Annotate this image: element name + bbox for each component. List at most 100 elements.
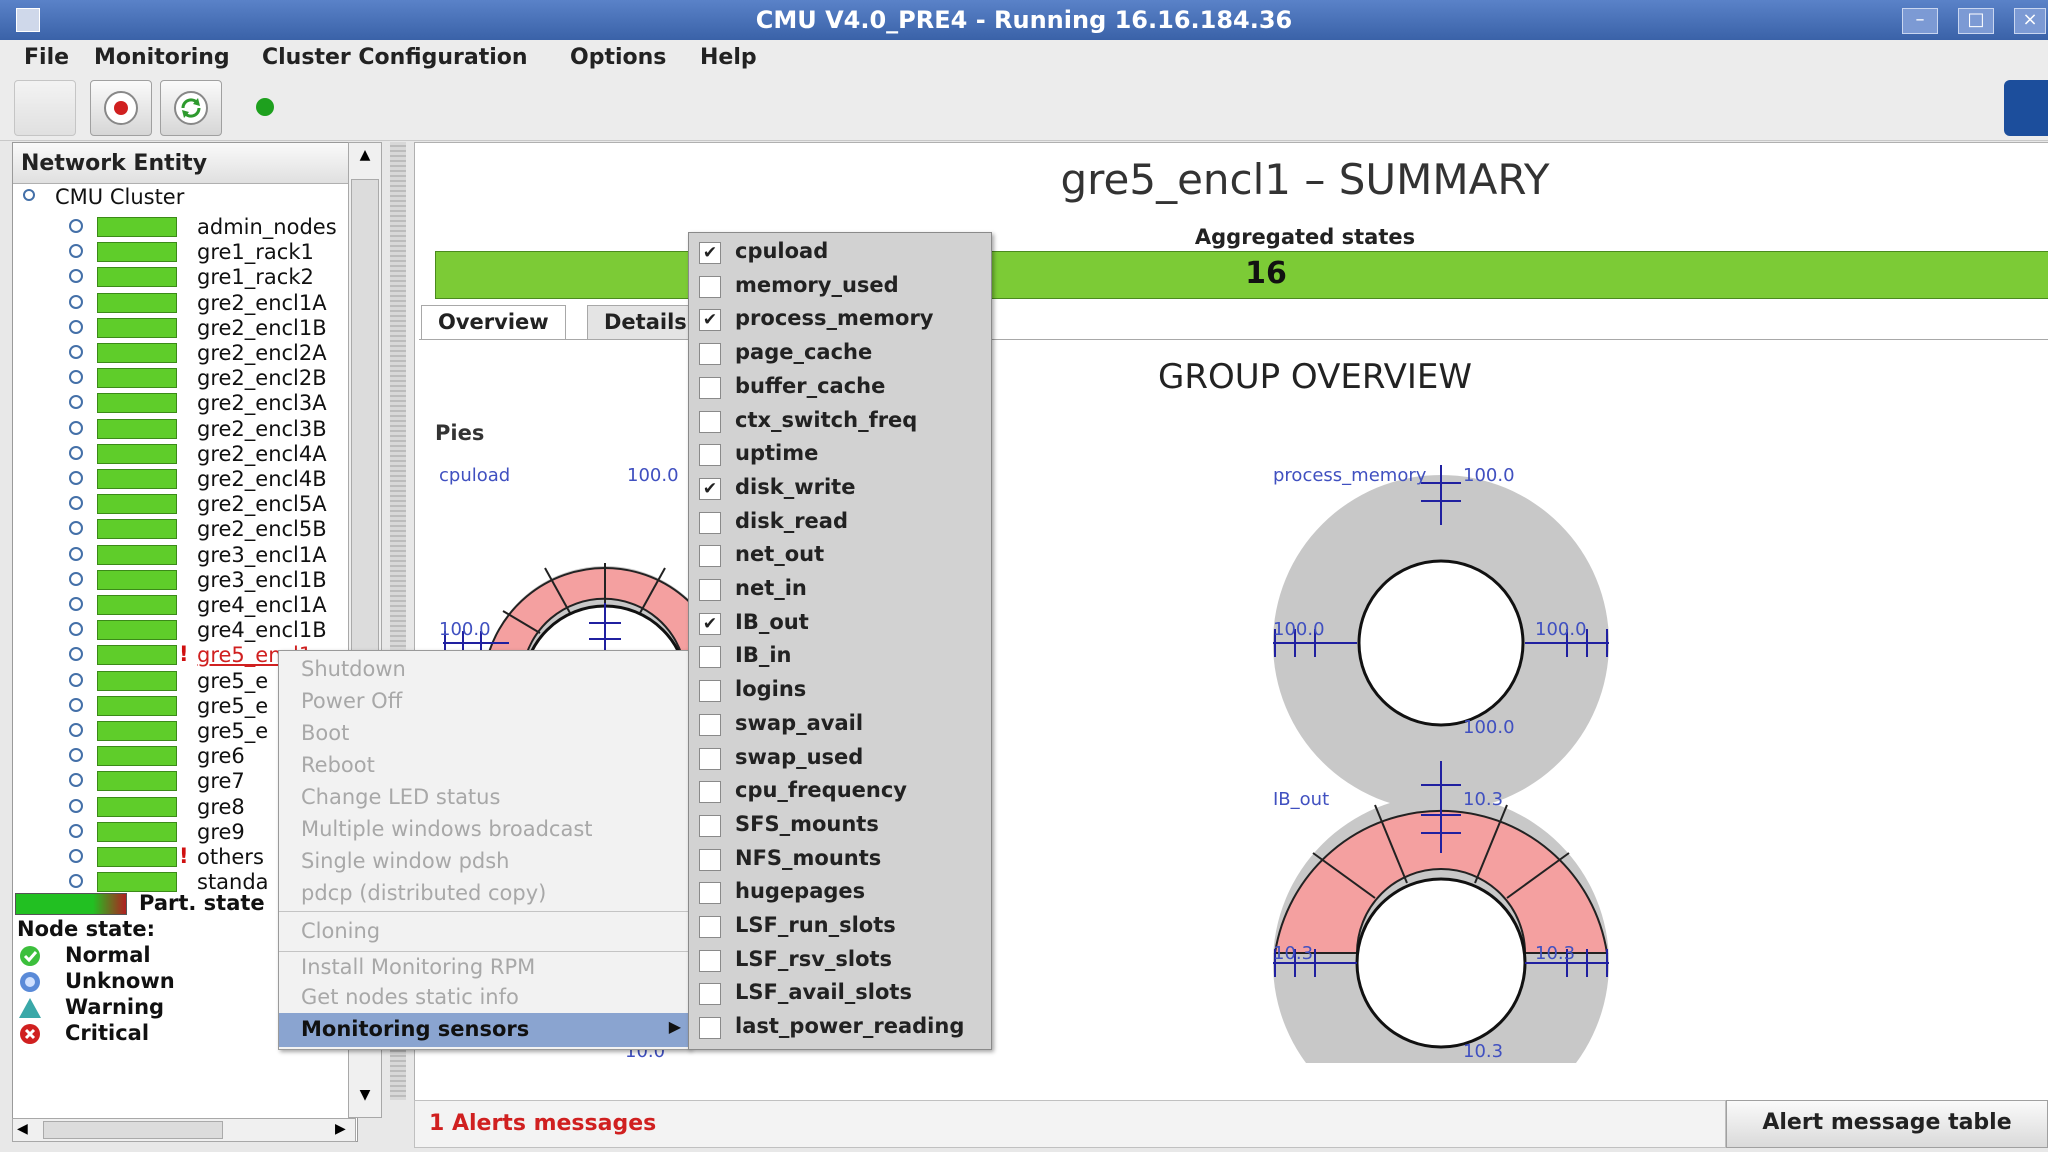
ctx-menu-item[interactable]: Boot [301,721,349,745]
sensor-checkbox[interactable] [699,579,721,601]
sensor-menu-item[interactable]: SFS_mounts [699,810,989,840]
tree-group-item[interactable]: admin_nodes [13,215,357,240]
sensor-checkbox[interactable] [699,376,721,399]
sensor-menu-item[interactable]: ✔ IB_out [699,608,989,638]
ctx-menu-item[interactable]: Reboot [301,753,375,777]
sensor-checkbox[interactable] [699,1017,721,1040]
process-memory-pie[interactable] [1273,465,1609,821]
tree-group-item[interactable]: gre4_encl1B [13,618,357,643]
minimize-button[interactable]: – [1902,8,1938,34]
sensor-menu-item[interactable]: buffer_cache [699,372,989,402]
tree-horizontal-scrollbar[interactable]: ◀ ▶ [12,1118,356,1142]
alerts-messages[interactable]: 1 Alerts messages [429,1111,656,1136]
tree-group-item[interactable]: gre2_encl3A [13,391,357,416]
ctx-menu-item[interactable]: Power Off [301,689,402,713]
close-button[interactable]: × [2014,8,2046,34]
aggregated-states-bar[interactable]: 16 [435,251,2048,299]
sensor-checkbox[interactable] [699,545,721,568]
sensor-menu-item[interactable]: LSF_run_slots [699,911,989,941]
ctx-menu-item[interactable]: Change LED status [301,785,500,809]
ctx-monitoring-sensors[interactable]: Monitoring sensors ▶ [279,1013,689,1047]
sensor-checkbox[interactable]: ✔ [699,477,721,500]
sensor-menu-item[interactable]: page_cache [699,338,989,368]
sensor-checkbox[interactable] [699,680,721,703]
network-entity-header[interactable]: Network Entity [13,143,357,184]
h-scroll-thumb[interactable] [43,1121,223,1139]
sensor-menu-item[interactable]: IB_in [699,641,989,671]
sensor-menu-item[interactable]: ✔ disk_write [699,473,989,503]
sensor-menu-item[interactable]: LSF_avail_slots [699,978,989,1008]
sensor-checkbox[interactable]: ✔ [699,612,721,635]
sensor-checkbox[interactable] [699,275,721,298]
scroll-left-icon[interactable]: ◀ [17,1121,28,1137]
sensor-menu-item[interactable]: logins [699,675,989,705]
scroll-down-icon[interactable]: ▼ [351,1087,379,1111]
tree-group-item[interactable]: gre2_encl3B [13,417,357,442]
tree-group-item[interactable]: gre2_encl5A [13,492,357,517]
sensor-checkbox[interactable] [699,343,721,366]
sensor-checkbox[interactable] [699,444,721,467]
disabled-tool-button[interactable] [14,80,76,136]
sensor-checkbox[interactable] [699,882,721,905]
tree-group-item[interactable]: gre3_encl1B [13,568,357,593]
ctx-menu-item[interactable]: Single window pdsh [301,849,510,873]
sensor-menu-item[interactable]: disk_read [699,507,989,537]
sensor-menu-item[interactable]: swap_avail [699,709,989,739]
sensor-checkbox[interactable] [699,410,721,433]
sensor-checkbox[interactable] [699,747,721,770]
sensor-menu-item[interactable]: LSF_rsv_slots [699,945,989,975]
scroll-right-icon[interactable]: ▶ [335,1121,346,1137]
sensor-checkbox[interactable] [699,916,721,938]
tab-overview[interactable]: Overview [421,305,566,339]
tree-group-item[interactable]: gre2_encl2B [13,366,357,391]
sensor-menu-item[interactable]: net_in [699,574,989,604]
sensor-checkbox[interactable] [699,814,721,837]
tree-group-item[interactable]: gre2_encl4A [13,442,357,467]
sensor-checkbox[interactable]: ✔ [699,242,721,264]
tree-group-item[interactable]: gre1_rack2 [13,265,357,290]
menu-options[interactable]: Options [570,45,666,70]
sensor-checkbox[interactable]: ✔ [699,309,721,332]
ctx-menu-item[interactable]: pdcp (distributed copy) [301,881,546,905]
sensor-menu-item[interactable]: last_power_reading [699,1012,989,1042]
tree-group-item[interactable]: gre2_encl1B [13,316,357,341]
ctx-install-monitoring-rpm[interactable]: Install Monitoring RPM [301,955,535,979]
sensor-checkbox[interactable] [699,646,721,669]
menu-file[interactable]: File [24,45,69,70]
tree-expander-icon[interactable] [23,189,35,201]
sensor-menu-item[interactable]: memory_used [699,271,989,301]
title-bar[interactable]: CMU V4.0_PRE4 - Running 16.16.184.36 – □… [0,0,2048,40]
ctx-cloning[interactable]: Cloning [301,919,380,943]
ctx-get-nodes-static-info[interactable]: Get nodes static info [301,985,519,1009]
sensor-checkbox[interactable] [699,848,721,871]
alert-message-table-button[interactable]: Alert message table [1726,1100,2048,1148]
sensor-menu-item[interactable]: swap_used [699,743,989,773]
sensor-checkbox[interactable] [699,781,721,804]
sensor-checkbox[interactable] [699,949,721,972]
refresh-button[interactable] [160,80,222,136]
record-button[interactable] [90,80,152,136]
tree-group-item[interactable]: gre1_rack1 [13,240,357,265]
scroll-up-icon[interactable]: ▲ [351,147,379,171]
sensor-checkbox[interactable] [699,713,721,736]
tree-group-item[interactable]: gre4_encl1A [13,593,357,618]
tree-root[interactable]: CMU Cluster [13,185,357,210]
ib-out-pie[interactable] [1273,793,1609,1063]
menu-cluster-configuration[interactable]: Cluster Configuration [262,45,528,70]
menu-help[interactable]: Help [700,45,757,70]
tree-group-item[interactable]: gre2_encl2A [13,341,357,366]
sensor-menu-item[interactable]: ✔ process_memory [699,304,989,334]
tree-group-item[interactable]: gre3_encl1A [13,543,357,568]
sensor-menu-item[interactable]: cpu_frequency [699,776,989,806]
ctx-menu-item[interactable]: Multiple windows broadcast [301,817,593,841]
menu-monitoring[interactable]: Monitoring [94,45,230,70]
tree-group-item[interactable]: gre2_encl5B [13,517,357,542]
ctx-menu-item[interactable]: Shutdown [301,657,406,681]
sensor-menu-item[interactable]: ctx_switch_freq [699,406,989,436]
maximize-button[interactable]: □ [1958,8,1994,34]
tree-group-item[interactable]: gre2_encl4B [13,467,357,492]
sensor-menu-item[interactable]: hugepages [699,877,989,907]
sensor-menu-item[interactable]: ✔ cpuload [699,237,989,267]
sensor-menu-item[interactable]: net_out [699,540,989,570]
sensor-menu-item[interactable]: uptime [699,439,989,469]
